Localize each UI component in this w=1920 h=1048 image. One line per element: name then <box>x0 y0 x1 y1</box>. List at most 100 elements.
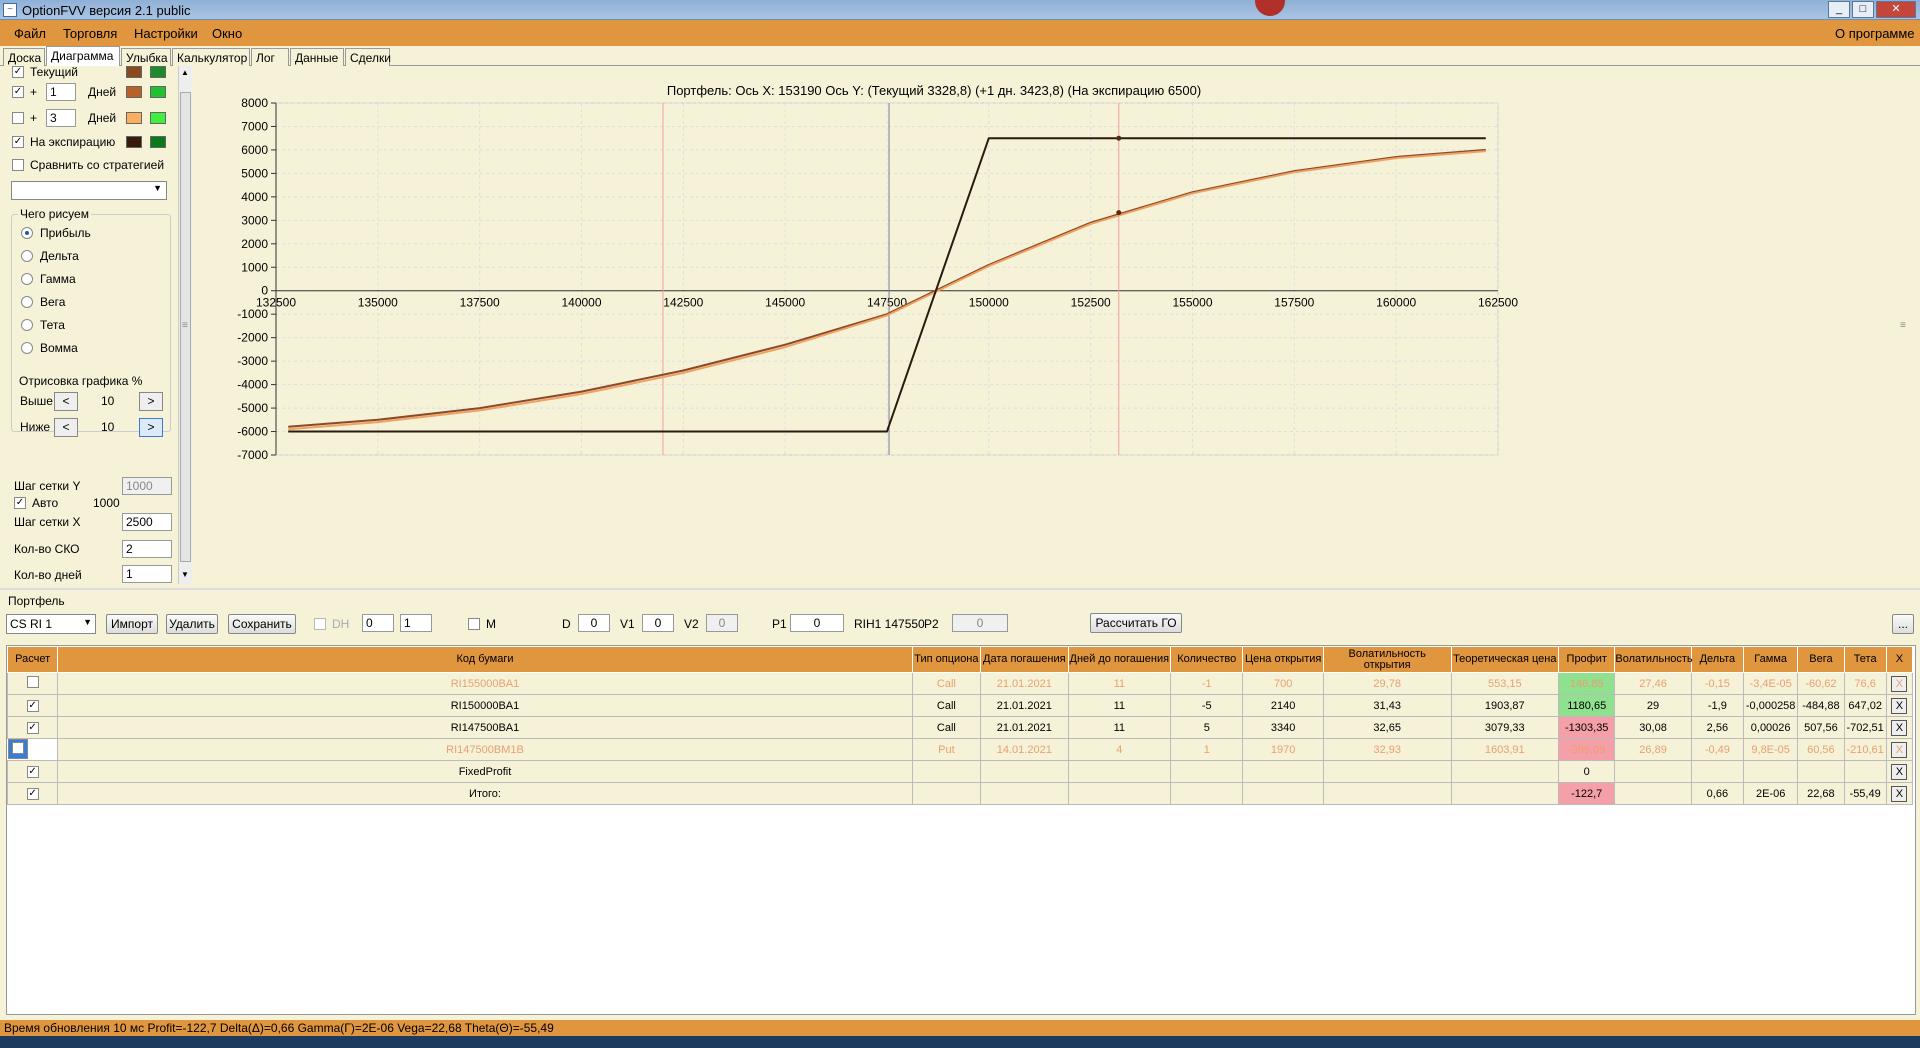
column-header[interactable]: Теоретическая цена <box>1450 646 1560 673</box>
import-button[interactable]: Импорт <box>106 614 158 634</box>
radio-gamma[interactable] <box>21 273 33 285</box>
current-checkbox[interactable]: ✓ <box>12 66 24 78</box>
p1-input[interactable]: 0 <box>790 614 844 632</box>
table-row[interactable]: RI147500BM1B Put 14.01.2021 4 1 1970 32,93 1603… <box>7 738 1914 761</box>
auto-checkbox[interactable]: ✓ <box>14 497 26 509</box>
radio-vomma[interactable] <box>21 342 33 354</box>
menu-window[interactable]: Окно <box>212 26 242 41</box>
calc-cell[interactable]: ✓ <box>6 782 59 805</box>
more-button[interactable]: ... <box>1892 614 1914 634</box>
expiry-checkbox[interactable]: ✓ <box>12 136 24 148</box>
row-checkbox[interactable] <box>11 742 24 754</box>
dh-spinner-2[interactable]: 1 <box>400 614 432 632</box>
compare-checkbox[interactable] <box>12 159 24 171</box>
column-header[interactable]: Гамма <box>1743 646 1799 673</box>
radio-profit[interactable] <box>21 227 33 239</box>
column-header[interactable]: Профит <box>1558 646 1616 673</box>
row-checkbox[interactable]: ✓ <box>26 700 39 712</box>
days2-color-swatch[interactable] <box>126 112 142 124</box>
calc-go-button[interactable]: Рассчитать ГО <box>1090 613 1182 633</box>
calc-cell[interactable]: ✓ <box>6 716 59 739</box>
p2-input[interactable]: 0 <box>952 614 1008 632</box>
scroll-down-icon[interactable]: ▼ <box>181 570 189 579</box>
days-count-input[interactable]: 1 <box>122 565 172 583</box>
column-header[interactable]: Количество <box>1170 646 1244 673</box>
below-increase-button[interactable]: > <box>139 418 163 437</box>
d-input[interactable]: 0 <box>578 614 610 632</box>
table-row[interactable]: ✓ Итого: -122,7 0,66 2E-06 22,68 -55,49 X <box>6 782 1914 805</box>
days1-input[interactable]: 1 <box>46 83 76 101</box>
tab-data[interactable]: Данные <box>290 48 344 66</box>
column-header[interactable]: Волатильность открытия <box>1322 646 1452 673</box>
expiry-color2-swatch[interactable] <box>150 136 166 148</box>
days1-checkbox[interactable]: ✓ <box>12 86 24 98</box>
row-checkbox[interactable]: ✓ <box>26 788 39 800</box>
dh-spinner-1[interactable]: 0 <box>362 614 394 632</box>
current-color2-swatch[interactable] <box>150 66 166 78</box>
column-header[interactable]: Дата погашения <box>980 646 1069 673</box>
days1-color2-swatch[interactable] <box>150 86 166 98</box>
days2-input[interactable]: 3 <box>46 109 76 127</box>
calc-cell[interactable]: ✓ <box>6 760 59 783</box>
record-icon[interactable] <box>1255 0 1285 16</box>
table-row[interactable]: RI155000BA1 Call 21.01.2021 11 -1 700 29,78 553… <box>6 672 1914 695</box>
row-checkbox[interactable]: ✓ <box>26 766 39 778</box>
remove-row-button[interactable]: X <box>1891 697 1908 714</box>
close-button[interactable]: ✕ <box>1876 1 1916 18</box>
resize-grip-icon[interactable]: ≡ <box>1900 320 1906 331</box>
v2-input[interactable]: 0 <box>706 614 738 632</box>
menu-settings[interactable]: Настройки <box>134 26 198 41</box>
remove-row-button[interactable]: X <box>1891 741 1908 758</box>
grid-y-input[interactable]: 1000 <box>122 477 172 495</box>
remove-row-button[interactable]: X <box>1891 785 1908 802</box>
remove-row-button[interactable]: X <box>1891 675 1908 692</box>
tab-board[interactable]: Доска <box>3 48 45 66</box>
radio-vega[interactable] <box>21 296 33 308</box>
column-header[interactable]: Тип опциона <box>911 646 982 673</box>
splitter[interactable] <box>0 588 1920 590</box>
above-decrease-button[interactable]: < <box>54 392 78 411</box>
tab-calculator[interactable]: Калькулятор <box>172 48 250 66</box>
m-checkbox[interactable] <box>468 618 480 630</box>
table-row[interactable]: ✓ FixedProfit 0 X <box>6 760 1914 783</box>
menu-file[interactable]: Файл <box>14 26 46 41</box>
above-increase-button[interactable]: > <box>139 392 163 411</box>
current-color-swatch[interactable] <box>126 66 142 78</box>
remove-row-button[interactable]: X <box>1891 763 1908 780</box>
column-header[interactable]: X <box>1885 646 1914 673</box>
tab-smile[interactable]: Улыбка <box>121 48 171 66</box>
minimize-button[interactable]: _ <box>1828 1 1850 18</box>
grid-x-input[interactable]: 2500 <box>122 513 172 531</box>
column-header[interactable]: Код бумаги <box>57 646 913 673</box>
column-header[interactable]: Тета <box>1843 646 1887 673</box>
dh-checkbox[interactable] <box>314 618 326 630</box>
days1-color-swatch[interactable] <box>126 86 142 98</box>
tab-log[interactable]: Лог <box>251 48 289 66</box>
scroll-up-icon[interactable]: ▲ <box>181 68 189 77</box>
calc-cell[interactable]: ✓ <box>6 694 59 717</box>
days2-checkbox[interactable] <box>12 112 24 124</box>
portfolio-select[interactable]: CS RI 1 ▼ <box>6 614 96 634</box>
strategy-select[interactable]: ▼ <box>11 181 167 200</box>
save-button[interactable]: Сохранить <box>228 614 296 634</box>
column-header[interactable]: Дней до погашения <box>1067 646 1172 673</box>
below-decrease-button[interactable]: < <box>54 418 78 437</box>
column-header[interactable]: Расчет <box>6 646 59 673</box>
column-header[interactable]: Волатильность <box>1614 646 1693 673</box>
splitter-grip-icon[interactable]: ≡ <box>182 320 188 331</box>
column-header[interactable]: Цена открытия <box>1242 646 1324 673</box>
sko-input[interactable]: 2 <box>122 540 172 558</box>
column-header[interactable]: Дельта <box>1690 646 1745 673</box>
delete-button[interactable]: Удалить <box>166 614 218 634</box>
table-row[interactable]: ✓ RI150000BA1 Call 21.01.2021 11 -5 2140 31,43 1… <box>6 694 1914 717</box>
tab-deals[interactable]: Сделки <box>345 48 391 66</box>
days2-color2-swatch[interactable] <box>150 112 166 124</box>
menu-trade[interactable]: Торговля <box>63 26 117 41</box>
radio-delta[interactable] <box>21 250 33 262</box>
table-row[interactable]: ✓ RI147500BA1 Call 21.01.2021 11 5 3340 32,65 30… <box>6 716 1914 739</box>
radio-theta[interactable] <box>21 319 33 331</box>
menu-about[interactable]: О программе <box>1835 26 1915 41</box>
calc-cell[interactable] <box>7 739 28 759</box>
calc-cell[interactable] <box>6 672 59 695</box>
maximize-button[interactable]: □ <box>1852 1 1874 18</box>
